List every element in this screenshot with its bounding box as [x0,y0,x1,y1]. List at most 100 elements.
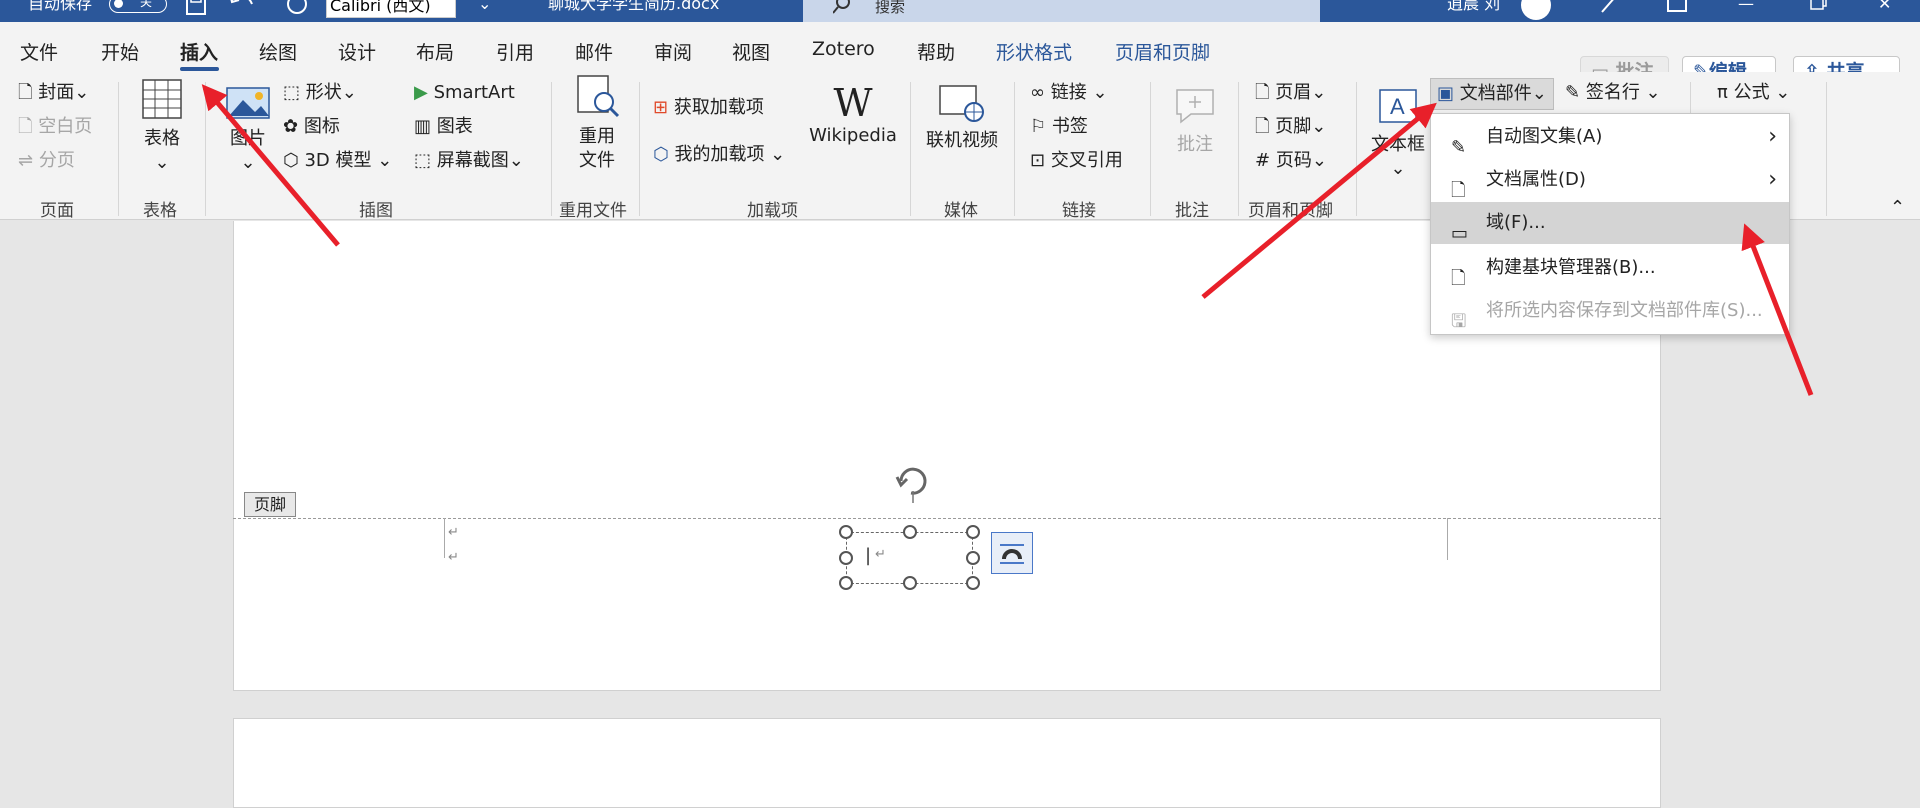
tab-mailings[interactable]: 邮件 [575,38,613,65]
chart-icon: ▥ [414,116,432,137]
picture-button[interactable]: 图片 ⌄ [224,86,272,175]
tab-header-footer[interactable]: 页眉和页脚 [1115,38,1210,65]
chart-button[interactable]: ▥ 图表 [414,115,473,139]
wikipedia-button[interactable]: W Wikipedia [808,82,898,148]
document-page-next[interactable] [233,718,1661,808]
layout-options-icon [1000,544,1024,564]
undo-icon[interactable] [228,0,258,16]
close-icon[interactable]: ✕ [1878,0,1891,15]
rotate-handle-icon[interactable] [893,463,937,503]
minimize-icon[interactable]: — [1738,0,1754,15]
group-label-links: 链接 [1062,201,1096,221]
autosave-state: 关 [140,0,153,9]
my-addins-button[interactable]: ⬡ 我的加载项 ⌄ [653,143,785,167]
cross-reference-button[interactable]: ⊡ 交叉引用 [1030,149,1123,173]
divider [205,82,206,216]
icons-button[interactable]: ✿ 图标 [283,115,340,139]
blank-page-icon: 🗋 [18,116,33,137]
footer-icon: 🗋 [1255,116,1270,137]
table-button[interactable]: 表格 ⌄ [141,78,183,175]
link-button[interactable]: ∞ 链接 ⌄ [1030,81,1108,105]
text-box-icon: A [1379,89,1417,123]
resize-handle[interactable] [966,525,980,539]
header-button[interactable]: 🗋 页眉⌄ [1255,81,1326,105]
group-label-media: 媒体 [944,201,978,221]
resize-handle[interactable] [839,525,853,539]
chevron-right-icon: › [1768,124,1777,149]
search-box[interactable]: 搜索 [803,0,1320,22]
text-box-button[interactable]: A 文本框 ⌄ [1370,86,1426,181]
menu-item-autotext[interactable]: ✎ 自动图文集(A) › [1431,116,1789,158]
tab-draw[interactable]: 绘图 [259,38,297,65]
ribbon-display-icon[interactable] [1665,0,1689,16]
group-label-addins: 加载项 [747,201,798,221]
tab-zotero[interactable]: Zotero [812,38,875,60]
bookmark-button[interactable]: ⚐ 书签 [1030,115,1088,139]
resize-handle[interactable] [903,576,917,590]
reuse-files-button[interactable]: 重用 文件 [573,74,621,173]
tab-insert[interactable]: 插入 [180,38,218,65]
equation-button[interactable]: π 公式 ⌄ [1717,81,1790,105]
cube-icon: ⬡ [283,150,299,171]
font-name-box[interactable]: Calibri (西文) [326,0,456,18]
get-addins-button[interactable]: ⊞ 获取加载项 [653,96,764,120]
tab-view[interactable]: 视图 [732,38,770,65]
screenshot-button[interactable]: ⬚ 屏幕截图⌄ [414,149,524,173]
tab-design[interactable]: 设计 [338,38,376,65]
tab-home[interactable]: 开始 [101,38,139,65]
active-tab-indicator [180,67,219,71]
resize-handle[interactable] [966,576,980,590]
shapes-button[interactable]: ⬚ 形状⌄ [283,81,357,105]
menu-item-save-to-gallery[interactable]: 🖫 将所选内容保存到文档部件库(S)... [1431,290,1789,332]
divider [551,82,552,216]
online-video-button[interactable]: 联机视频 [925,84,999,153]
avatar[interactable] [1521,0,1551,20]
autosave-toggle[interactable]: 关 [109,0,167,13]
quick-parts-icon: ▣ [1437,83,1455,104]
resize-handle[interactable] [839,551,853,565]
page-break-button[interactable]: ⇌ 分页 [18,149,75,173]
quick-parts-menu: ✎ 自动图文集(A) › 🗋 文档属性(D) › ▭ 域(F)... 🗋 构建基块管理器(B… [1430,113,1790,335]
tab-review[interactable]: 审阅 [654,38,692,65]
tab-layout[interactable]: 布局 [416,38,454,65]
footer-label: 页脚 [244,492,296,517]
layout-options-button[interactable] [991,532,1033,574]
addins-icon: ⬡ [653,144,669,165]
pen-icon[interactable] [1598,0,1622,16]
menu-item-document-property[interactable]: 🗋 文档属性(D) › [1431,159,1789,201]
qat-more-icon[interactable]: ⌄ [478,0,491,15]
tab-help[interactable]: 帮助 [917,38,955,65]
redo-icon[interactable] [285,0,309,16]
3d-models-button[interactable]: ⬡ 3D 模型 ⌄ [283,149,392,173]
title-bar: 自动保存 关 Calibri (西文) ⌄ 聊城大学学生简历.docx 搜索 逍… [0,0,1920,22]
cover-page-button[interactable]: 🗋 封面⌄ [18,81,89,105]
menu-item-field[interactable]: ▭ 域(F)... [1431,202,1789,244]
page-break-icon: ⇌ [18,150,34,171]
tab-shape-format[interactable]: 形状格式 [996,38,1072,65]
margin-marker-right [1447,518,1487,560]
resize-handle[interactable] [903,525,917,539]
quick-parts-button[interactable]: ▣ 文档部件⌄ [1430,78,1554,110]
autosave-label: 自动保存 [28,0,93,13]
signature-icon: ✎ [1565,82,1581,103]
page-number-button[interactable]: # 页码⌄ [1255,149,1327,173]
tab-file[interactable]: 文件 [20,38,58,65]
save-icon[interactable] [185,0,207,18]
collapse-ribbon-icon[interactable]: ⌃ [1890,196,1905,220]
divider [1238,82,1239,216]
new-comment-button[interactable]: 批注 [1170,86,1220,157]
link-icon: ∞ [1030,82,1045,103]
divider [1356,82,1357,216]
document-title[interactable]: 聊城大学学生简历.docx [548,0,719,15]
restore-icon[interactable] [1808,0,1828,12]
resize-handle[interactable] [839,576,853,590]
search-placeholder: 搜索 [875,0,906,16]
tab-references[interactable]: 引用 [496,38,534,65]
store-icon: ⊞ [653,97,669,118]
menu-item-building-blocks[interactable]: 🗋 构建基块管理器(B)... [1431,247,1789,289]
resize-handle[interactable] [966,551,980,565]
signature-line-button[interactable]: ✎ 签名行 ⌄ [1565,81,1661,105]
smartart-button[interactable]: ▶ SmartArt [414,81,515,105]
blank-page-button[interactable]: 🗋 空白页 [18,115,92,139]
footer-button[interactable]: 🗋 页脚⌄ [1255,115,1326,139]
